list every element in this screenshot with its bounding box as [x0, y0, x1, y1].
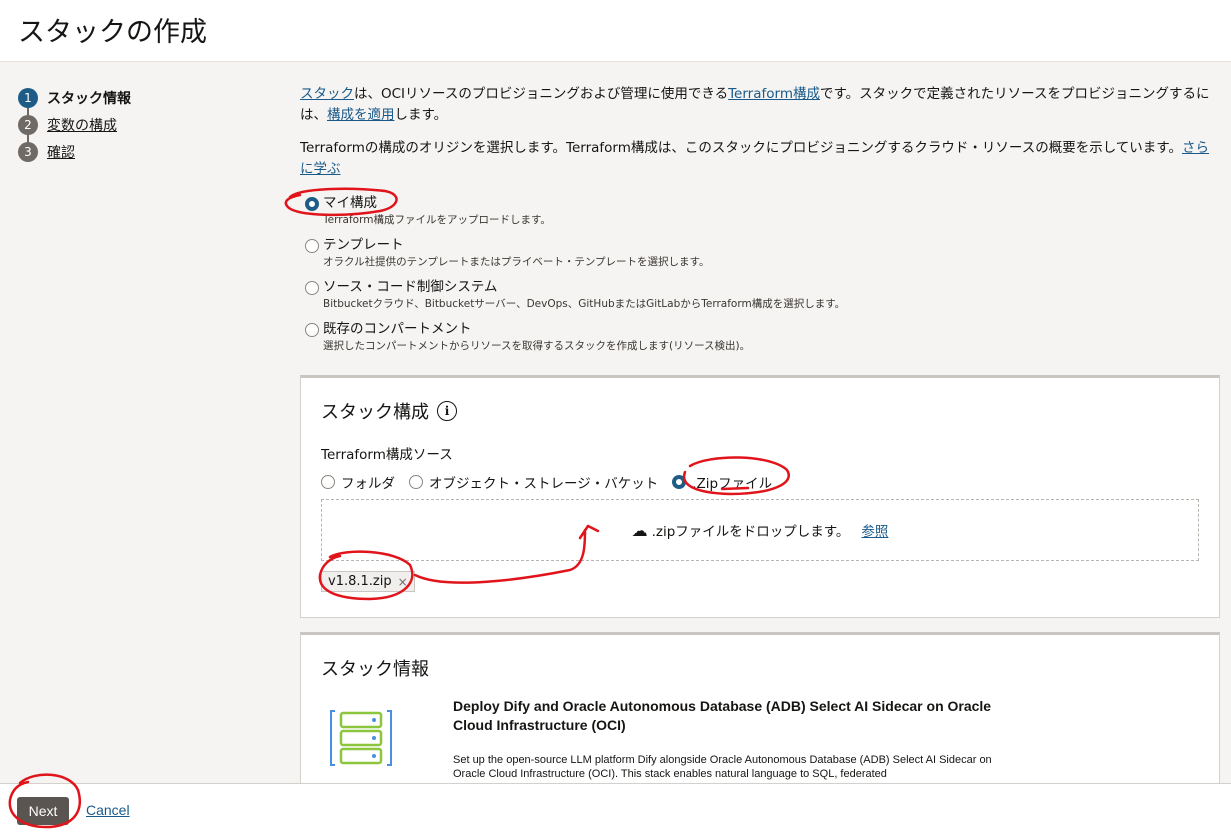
file-drop-zone[interactable]: ☁ .zipファイルをドロップします。 参照 — [321, 499, 1199, 561]
origin-radio-group: マイ構成 Terraform構成ファイルをアップロードします。 テンプレート オ… — [300, 194, 1220, 362]
option-title: テンプレート — [323, 237, 404, 253]
drop-text: .zipファイルをドロップします。 — [651, 524, 850, 540]
option-desc: Terraform構成ファイルをアップロードします。 — [323, 214, 551, 226]
step-number: 2 — [18, 114, 38, 135]
radio-my-config[interactable]: マイ構成 Terraform構成ファイルをアップロードします。 — [300, 194, 1220, 236]
page-header: スタックの作成 — [0, 0, 1231, 62]
radio-zip-file[interactable]: .Zipファイル — [672, 472, 772, 492]
step-number: 1 — [18, 87, 38, 108]
intro-text-3: します。 — [394, 107, 448, 123]
radio-icon[interactable] — [321, 475, 335, 489]
card-title-text: スタック構成 — [321, 402, 429, 423]
upload-cloud-icon: ☁ — [631, 520, 648, 540]
option-desc: Bitbucketクラウド、Bitbucketサーバー、DevOps、GitHu… — [323, 298, 846, 310]
file-name: v1.8.1.zip — [328, 574, 392, 589]
step-label[interactable]: 変数の構成 — [47, 115, 117, 135]
step-variables[interactable]: 2 変数の構成 — [18, 111, 278, 138]
radio-icon[interactable] — [305, 281, 319, 295]
step-stack-info[interactable]: 1 スタック情報 — [18, 84, 278, 111]
radio-object-storage[interactable]: オブジェクト・ストレージ・バケット — [409, 472, 658, 492]
origin-text: Terraformの構成のオリジンを選択します。Terraform構成は、このス… — [300, 138, 1220, 180]
stack-link[interactable]: スタック — [300, 86, 354, 102]
radio-icon[interactable] — [409, 475, 423, 489]
apply-link[interactable]: 構成を適用 — [327, 107, 395, 123]
radio-selected-icon[interactable] — [672, 475, 687, 489]
radio-existing-compartment[interactable]: 既存のコンパートメント 選択したコンパートメントからリソースを取得するスタックを… — [300, 320, 1220, 362]
footer-bar: Next Cancel — [0, 783, 1231, 835]
step-number: 3 — [18, 141, 38, 162]
source-option-label: オブジェクト・ストレージ・バケット — [429, 476, 659, 492]
option-title: マイ構成 — [323, 195, 377, 211]
origin-description: Terraformの構成のオリジンを選択します。Terraform構成は、このス… — [300, 140, 1182, 156]
info-icon[interactable]: i — [437, 401, 457, 421]
source-option-label: フォルダ — [341, 476, 395, 492]
uploaded-file-chip: v1.8.1.zip × — [321, 571, 415, 592]
main-content: スタックは、OCIリソースのプロビジョニングおよび管理に使用できるTerrafo… — [300, 84, 1220, 362]
next-button[interactable]: Next — [17, 797, 69, 825]
radio-source-control[interactable]: ソース・コード制御システム Bitbucketクラウド、Bitbucketサーバ… — [300, 278, 1220, 320]
stack-description: Set up the open-source LLM platform Dify… — [453, 754, 992, 780]
option-title: 既存のコンパートメント — [323, 321, 472, 337]
intro-text: スタックは、OCIリソースのプロビジョニングおよび管理に使用できるTerrafo… — [300, 84, 1220, 126]
stack-info-title: スタック情報 — [321, 659, 429, 680]
radio-selected-icon[interactable] — [305, 197, 319, 211]
terraform-link[interactable]: Terraform構成 — [728, 86, 820, 102]
source-option-label: .Zipファイル — [692, 476, 773, 492]
option-desc: 選択したコンパートメントからリソースを取得するスタックを作成します(リソース検出… — [323, 340, 751, 352]
step-label[interactable]: 確認 — [47, 142, 75, 162]
step-label: スタック情報 — [47, 90, 131, 107]
stack-config-title: スタック構成 i — [321, 398, 457, 424]
source-radio-group: フォルダ オブジェクト・ストレージ・バケット .Zipファイル — [321, 472, 786, 492]
radio-icon[interactable] — [305, 323, 319, 337]
remove-file-icon[interactable]: × — [398, 575, 408, 589]
stack-name: Deploy Dify and Oracle Autonomous Databa… — [453, 698, 992, 733]
page-title: スタックの作成 — [18, 17, 207, 48]
option-desc: オラクル社提供のテンプレートまたはプライベート・テンプレートを選択します。 — [323, 256, 710, 268]
source-label: Terraform構成ソース — [321, 447, 453, 463]
radio-template[interactable]: テンプレート オラクル社提供のテンプレートまたはプライベート・テンプレートを選択… — [300, 236, 1220, 278]
option-title: ソース・コード制御システム — [323, 279, 498, 295]
browse-link[interactable]: 参照 — [861, 520, 888, 540]
stack-info-card: スタック情報 Deploy Dify and Oracle Autonomous… — [300, 632, 1220, 802]
intro-text-1: は、OCIリソースのプロビジョニングおよび管理に使用できる — [354, 86, 729, 102]
wizard-steps: 1 スタック情報 2 変数の構成 3 確認 — [18, 84, 278, 165]
stack-server-icon — [330, 710, 392, 766]
cancel-link[interactable]: Cancel — [86, 802, 130, 818]
radio-icon[interactable] — [305, 239, 319, 253]
radio-folder[interactable]: フォルダ — [321, 472, 395, 492]
step-review[interactable]: 3 確認 — [18, 138, 278, 165]
stack-config-card: スタック構成 i Terraform構成ソース フォルダ オブジェクト・ストレー… — [300, 375, 1220, 618]
